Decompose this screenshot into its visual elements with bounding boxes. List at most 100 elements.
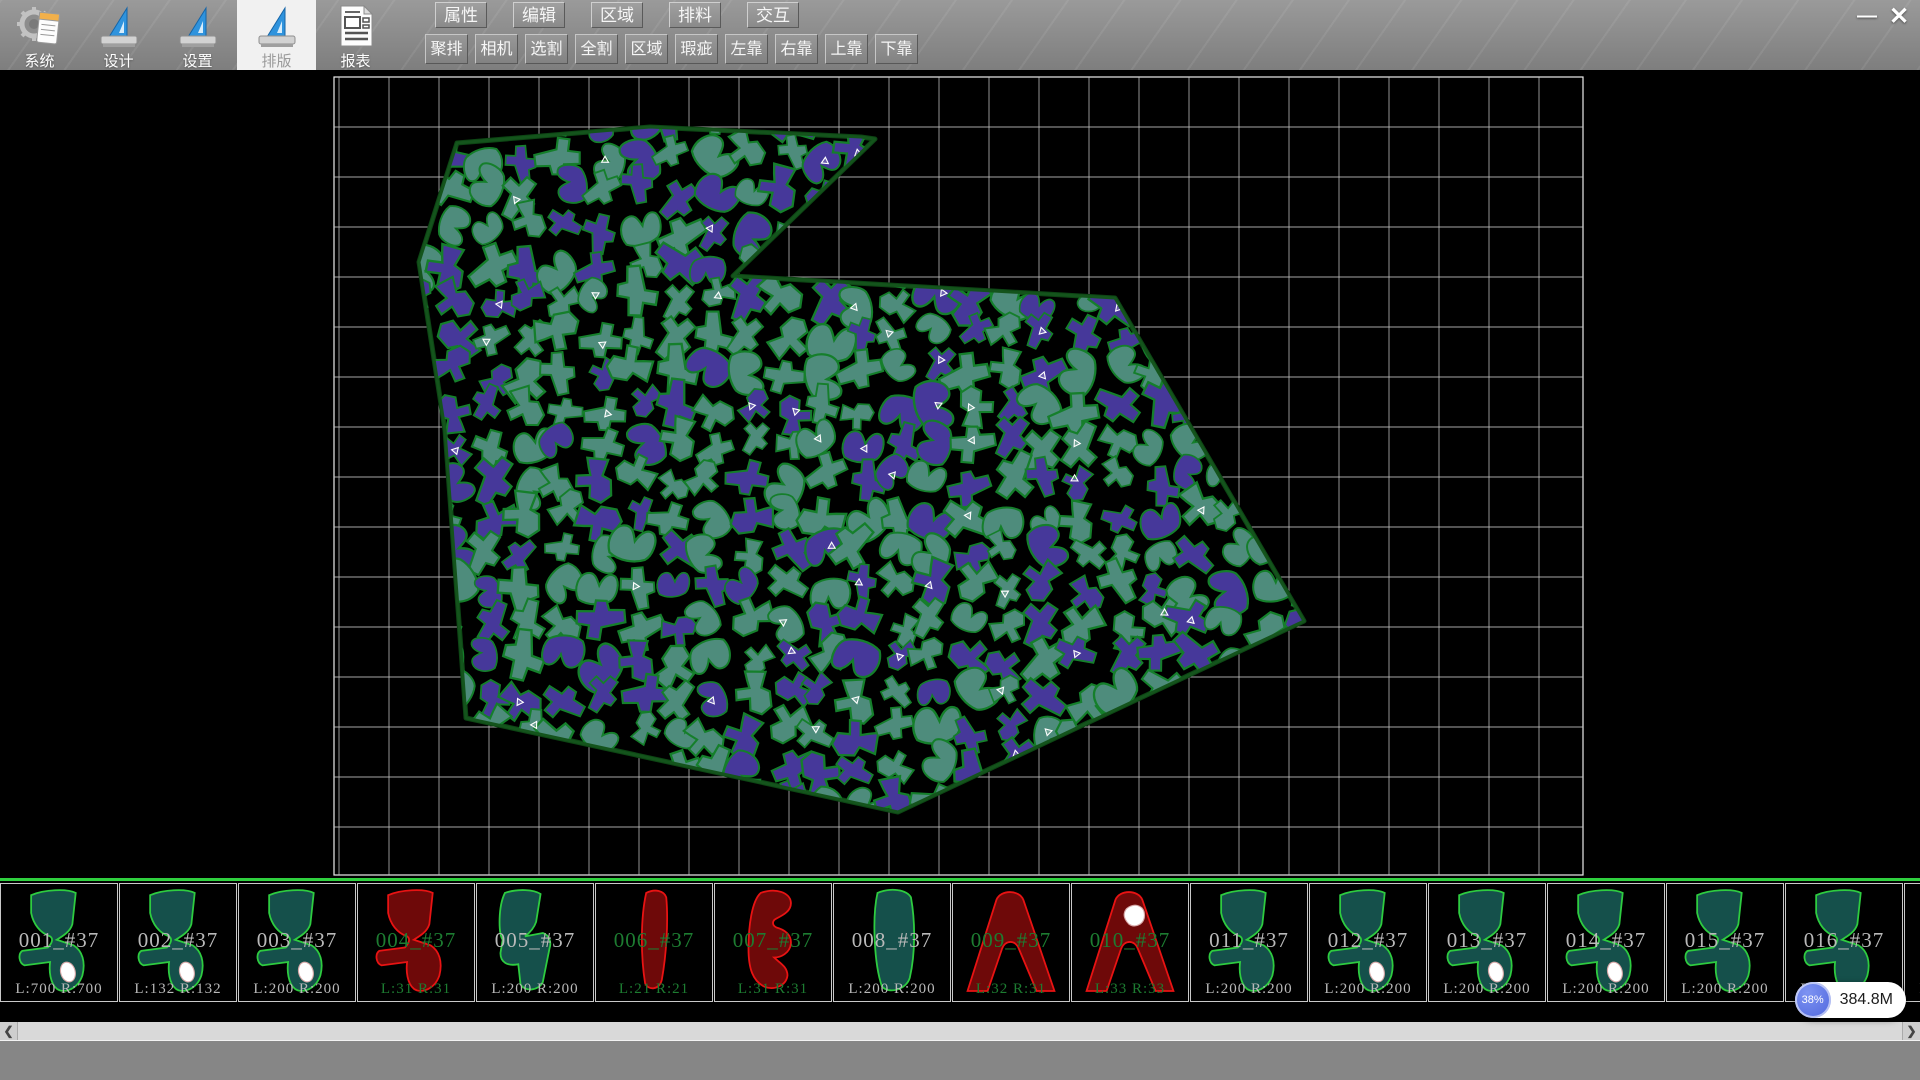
nav-item-label: 设计: [103, 50, 133, 71]
piece-thumbnail-list: 001_#37L:700 R:700002_#37L:132 R:132003_…: [0, 883, 1920, 1002]
piece-lr-count: L:200 R:200: [477, 981, 593, 998]
main-nav: 系统 设计 设置 排版 报表: [0, 0, 395, 70]
piece-thumbnail[interactable]: 017_#37 L:200 R:200: [1904, 883, 1920, 1002]
horizontal-scrollbar[interactable]: ❮ ❯: [0, 1022, 1920, 1040]
piece-thumbnail[interactable]: 011_#37 L:200 R:200: [1190, 883, 1308, 1002]
piece-thumbnail[interactable]: 008_#37 L:200 R:200: [833, 883, 951, 1002]
piece-lr-count: L:200 R:200: [1191, 981, 1307, 998]
tool-button[interactable]: 相机: [475, 34, 518, 64]
piece-name: 017_#37: [1905, 928, 1920, 953]
piece-lr-count: L:200 R:200: [1310, 981, 1426, 998]
tool-button[interactable]: 左靠: [725, 34, 768, 64]
piece-name: 001_#37: [1, 928, 117, 953]
toolbar: 系统设计设置排版报表 属性编辑区域排料交互 聚排相机选割全割区域瑕疵左靠右靠上靠…: [0, 0, 1920, 71]
piece-lr-count: L:200 R:200: [1667, 981, 1783, 998]
piece-name: 013_#37: [1429, 928, 1545, 953]
nav-item-label: 设置: [182, 50, 212, 71]
piece-thumbnail[interactable]: 007_#37 L:31 R:31: [714, 883, 832, 1002]
nav-item-2[interactable]: 设计: [79, 0, 158, 70]
piece-thumbnail[interactable]: 010_#37 L:33 R:33: [1071, 883, 1189, 1002]
piece-lr-count: L:32 R:31: [953, 981, 1069, 998]
menu-button[interactable]: 属性: [435, 2, 487, 28]
piece-name: 005_#37: [477, 928, 593, 953]
piece-thumbnail[interactable]: 003_#37 L:200 R:200: [238, 883, 356, 1002]
tool-button[interactable]: 全割: [575, 34, 618, 64]
piece-name: 009_#37: [953, 928, 1069, 953]
ruler-icon: [254, 3, 300, 49]
piece-name: 003_#37: [239, 928, 355, 953]
piece-lr-count: L:700 R:700: [1, 981, 117, 998]
piece-name: 008_#37: [834, 928, 950, 953]
nav-item-label: 报表: [340, 50, 370, 71]
piece-name: 012_#37: [1310, 928, 1426, 953]
nav-item-label: 排版: [261, 50, 291, 71]
tool-bar: 聚排相机选割全割区域瑕疵左靠右靠上靠下靠: [425, 34, 925, 64]
gear-icon: [17, 3, 63, 49]
piece-thumbnail[interactable]: 012_#37 L:200 R:200: [1309, 883, 1427, 1002]
ruler-icon: [96, 3, 142, 49]
nav-item-5[interactable]: 报表: [316, 0, 395, 70]
piece-thumbnail[interactable]: 013_#37 L:200 R:200: [1428, 883, 1546, 1002]
tool-button[interactable]: 选割: [525, 34, 568, 64]
piece-name: 015_#37: [1667, 928, 1783, 953]
tool-button[interactable]: 瑕疵: [675, 34, 718, 64]
piece-thumbnail[interactable]: 001_#37 L:700 R:700: [0, 883, 118, 1002]
piece-lr-count: L:200 R:200: [1429, 981, 1545, 998]
piece-thumbnail[interactable]: 014_#37 L:200 R:200: [1547, 883, 1665, 1002]
piece-lr-count: L:132 R:132: [120, 981, 236, 998]
tool-button[interactable]: 上靠: [825, 34, 868, 64]
piece-lr-count: L:31 R:31: [358, 981, 474, 998]
piece-name: 004_#37: [358, 928, 474, 953]
memory-badge: 38% 384.8M: [1795, 982, 1906, 1018]
piece-thumbnail[interactable]: 005_#37 L:200 R:200: [476, 883, 594, 1002]
nav-item-label: 系统: [24, 50, 54, 71]
piece-thumbnail[interactable]: 004_#37 L:31 R:31: [357, 883, 475, 1002]
piece-name: 014_#37: [1548, 928, 1664, 953]
menu-button[interactable]: 交互: [747, 2, 799, 28]
piece-name: 011_#37: [1191, 928, 1307, 953]
memory-percent-badge: 38%: [1795, 982, 1831, 1018]
close-button[interactable]: ✕: [1884, 2, 1914, 30]
piece-name: 007_#37: [715, 928, 831, 953]
menu-button[interactable]: 编辑: [513, 2, 565, 28]
menus: 属性编辑区域排料交互 聚排相机选割全割区域瑕疵左靠右靠上靠下靠: [425, 0, 925, 64]
nav-item-4[interactable]: 排版: [237, 0, 316, 70]
menu-button[interactable]: 排料: [669, 2, 721, 28]
piece-lr-count: L:21 R:21: [596, 981, 712, 998]
piece-name: 002_#37: [120, 928, 236, 953]
status-bar: [0, 1041, 1920, 1080]
window-controls: — ✕: [1850, 2, 1914, 30]
pieces-strip: 001_#37L:700 R:700002_#37L:132 R:132003_…: [0, 878, 1920, 1003]
piece-lr-count: L:200 R:200: [834, 981, 950, 998]
scroll-left-button[interactable]: ❮: [0, 1022, 18, 1040]
piece-name: 010_#37: [1072, 928, 1188, 953]
tool-button[interactable]: 下靠: [875, 34, 918, 64]
scrollbar-thumb[interactable]: [18, 1022, 1902, 1040]
piece-thumbnail[interactable]: 006_#37 L:21 R:21: [595, 883, 713, 1002]
scroll-right-button[interactable]: ❯: [1902, 1022, 1920, 1040]
tool-button[interactable]: 区域: [625, 34, 668, 64]
piece-thumbnail[interactable]: 002_#37 L:132 R:132: [119, 883, 237, 1002]
piece-lr-count: L:31 R:31: [715, 981, 831, 998]
piece-lr-count: L:200 R:200: [239, 981, 355, 998]
piece-lr-count: L:200 R:200: [1548, 981, 1664, 998]
application-window: 系统设计设置排版报表 属性编辑区域排料交互 聚排相机选割全割区域瑕疵左靠右靠上靠…: [0, 0, 1920, 1080]
menu-button[interactable]: 区域: [591, 2, 643, 28]
piece-name: 006_#37: [596, 928, 712, 953]
piece-lr-count: L:200 R:200: [1905, 981, 1920, 998]
memory-size-label: 384.8M: [1840, 991, 1893, 1009]
nav-item-1[interactable]: 系统: [0, 0, 79, 70]
strip-top-border: [0, 878, 1920, 881]
tool-button[interactable]: 右靠: [775, 34, 818, 64]
piece-thumbnail[interactable]: 015_#37 L:200 R:200: [1666, 883, 1784, 1002]
nesting-drawing: [0, 70, 1920, 878]
nesting-canvas[interactable]: [0, 70, 1920, 878]
ruler-icon: [175, 3, 221, 49]
tool-button[interactable]: 聚排: [425, 34, 468, 64]
piece-name: 016_#37: [1786, 928, 1902, 953]
piece-thumbnail[interactable]: 009_#37 L:32 R:31: [952, 883, 1070, 1002]
nav-item-3[interactable]: 设置: [158, 0, 237, 70]
piece-lr-count: L:33 R:33: [1072, 981, 1188, 998]
minimize-button[interactable]: —: [1852, 2, 1882, 30]
menu-bar: 属性编辑区域排料交互: [435, 2, 925, 28]
